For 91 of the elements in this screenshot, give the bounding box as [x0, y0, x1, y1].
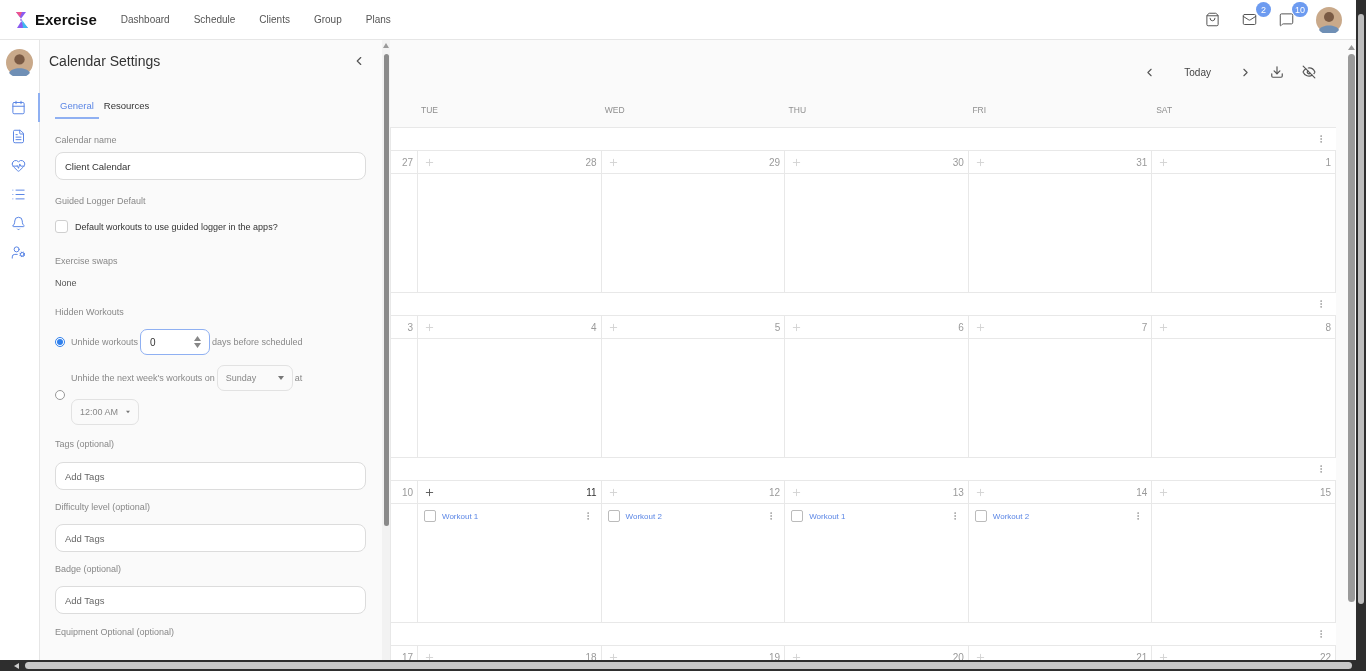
- download-icon[interactable]: [1270, 65, 1284, 79]
- day-number: 4: [591, 321, 597, 333]
- nav-link[interactable]: Group: [313, 14, 342, 25]
- day-number: 13: [952, 486, 964, 498]
- day-select[interactable]: Sunday: [216, 365, 293, 391]
- field-label: Badge (optional): [55, 564, 123, 574]
- shopping-bag-icon[interactable]: [1205, 12, 1220, 27]
- tags-field[interactable]: Add Tags: [55, 462, 366, 490]
- today-button[interactable]: Today: [1174, 66, 1221, 78]
- field-value: None: [55, 278, 78, 288]
- panel-title: Calendar Settings: [49, 53, 161, 69]
- day-number: 19: [769, 651, 781, 660]
- weekday-label: THU: [787, 104, 807, 115]
- day-number: 22: [1319, 651, 1331, 660]
- field-label: Tags (optional): [55, 439, 116, 449]
- option-text: at: [294, 373, 303, 383]
- day-number: 7: [1141, 321, 1148, 333]
- checkbox[interactable]: [607, 510, 620, 522]
- day-number: 18: [585, 651, 597, 660]
- checkbox-label: Default workouts to use guided logger in the apps?: [75, 221, 278, 232]
- mail-icon[interactable]: [1242, 12, 1257, 27]
- checkbox[interactable]: [791, 510, 804, 522]
- checkbox[interactable]: [424, 510, 436, 522]
- day-number: 14: [1136, 486, 1148, 498]
- nav-link[interactable]: Plans: [365, 14, 391, 25]
- add-icon[interactable]: [424, 486, 435, 498]
- weekday-label: WED: [603, 104, 625, 115]
- day-number: 27: [401, 156, 413, 168]
- day-number: 15: [1319, 486, 1331, 498]
- radio-button[interactable]: [55, 337, 65, 347]
- day-number: 20: [952, 651, 964, 660]
- day-number: 10: [401, 486, 413, 498]
- tags-field[interactable]: Add Tags: [55, 524, 366, 552]
- day-number: 29: [769, 156, 781, 168]
- weekday-label: TUE: [420, 104, 438, 115]
- day-number: 31: [1136, 156, 1148, 168]
- scrollbar[interactable]: [0, 660, 1366, 671]
- settings-tab[interactable]: Resources: [98, 96, 155, 119]
- day-number: 3: [407, 321, 413, 333]
- avatar-icon[interactable]: [1316, 6, 1342, 33]
- scroll-up-icon[interactable]: [383, 43, 389, 48]
- scroll-left-icon[interactable]: [14, 662, 19, 669]
- workout-link[interactable]: Workout 1: [809, 511, 846, 521]
- workout-link[interactable]: Workout 1: [442, 511, 479, 521]
- day-number: 6: [958, 321, 964, 333]
- checkbox[interactable]: [974, 510, 987, 522]
- calendar-name-field[interactable]: Client Calendar: [55, 152, 366, 180]
- nav-link[interactable]: Dashboard: [120, 14, 170, 25]
- eye-off-icon[interactable]: [1302, 65, 1316, 79]
- chat-icon[interactable]: [1279, 12, 1294, 27]
- checkbox[interactable]: [55, 220, 68, 233]
- radio-button[interactable]: [55, 390, 65, 400]
- day-number: 21: [1136, 651, 1148, 660]
- day-number: 17: [401, 651, 413, 660]
- day-number: 11: [586, 486, 597, 498]
- avatar-icon[interactable]: [6, 49, 33, 76]
- day-number: 1: [1325, 156, 1331, 168]
- caret-icon: [277, 376, 284, 380]
- day-number: 12: [769, 486, 781, 498]
- scroll-up-icon[interactable]: [1347, 45, 1355, 50]
- field-label: Difficulty level (optional): [55, 502, 151, 512]
- settings-tab[interactable]: General: [55, 96, 99, 119]
- tags-field[interactable]: Add Tags: [55, 586, 366, 614]
- field-label: Equipment Optional (optional): [55, 627, 176, 637]
- weekday-label: FRI: [971, 104, 987, 115]
- scrollbar[interactable]: [1356, 0, 1366, 660]
- time-select[interactable]: 12:00 AM: [71, 399, 139, 425]
- field-label: Calendar name: [55, 135, 118, 145]
- day-number: 28: [585, 156, 597, 168]
- nav-link[interactable]: Clients: [259, 14, 290, 25]
- weekday-label: SAT: [1155, 104, 1173, 115]
- logo-icon[interactable]: [14, 10, 30, 29]
- option-text: Unhide the next week's workouts on: [71, 373, 215, 383]
- day-number: 8: [1325, 321, 1331, 333]
- caret-icon: [126, 410, 130, 414]
- option-text: Unhide workouts: [71, 337, 139, 347]
- count-badge: 2: [1256, 2, 1271, 17]
- count-badge: 10: [1292, 2, 1308, 17]
- workout-link[interactable]: Workout 2: [992, 511, 1030, 521]
- day-number: 5: [774, 321, 781, 333]
- field-label: Exercise swaps: [55, 256, 119, 266]
- option-text: days before scheduled: [212, 337, 303, 347]
- scrollbar[interactable]: [382, 40, 390, 660]
- field-label: Hidden Workouts: [55, 307, 125, 317]
- days-field[interactable]: 0: [140, 329, 211, 355]
- app-name: Exercise: [35, 11, 97, 28]
- day-number: 30: [952, 156, 964, 168]
- workout-link[interactable]: Workout 2: [625, 511, 662, 521]
- nav-link[interactable]: Schedule: [193, 14, 236, 25]
- spinner-icon[interactable]: [194, 336, 202, 348]
- field-label: Guided Logger Default: [55, 196, 147, 206]
